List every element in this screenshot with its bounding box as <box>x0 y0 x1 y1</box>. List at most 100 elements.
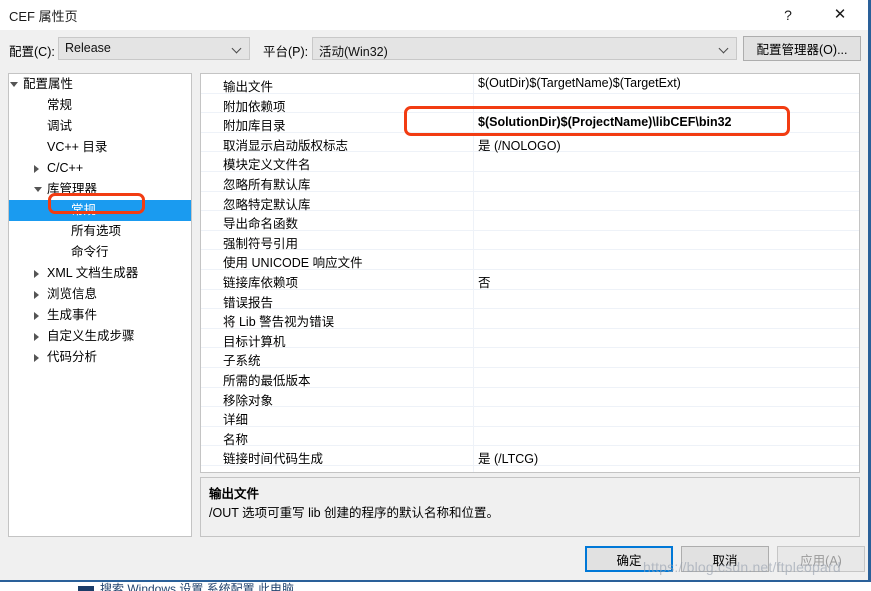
tree-item[interactable]: 代码分析 <box>9 347 191 368</box>
grid-row[interactable]: 使用 UNICODE 响应文件 <box>201 250 859 270</box>
grid-row-name: 子系统 <box>223 354 261 369</box>
grid-row[interactable]: 链接库依赖项 否 <box>201 270 859 290</box>
tree-item[interactable]: 生成事件 <box>9 305 191 326</box>
tree-item-label: 库管理器 <box>47 182 98 196</box>
grid-row-name: 导出命名函数 <box>223 217 299 232</box>
platform-dropdown[interactable]: 活动(Win32) <box>312 37 737 60</box>
tree-item[interactable]: 库管理器 <box>9 179 191 200</box>
title-bar: CEF 属性页 ? ✕ <box>0 0 868 30</box>
configuration-dropdown[interactable]: Release <box>58 37 250 60</box>
description-title: 输出文件 <box>209 487 260 501</box>
chevron-right-icon[interactable] <box>34 270 39 278</box>
grid-row-name: 目标计算机 <box>223 334 286 349</box>
grid-row[interactable]: 详细 <box>201 407 859 427</box>
grid-row-name: 移除对象 <box>223 393 274 408</box>
ok-button[interactable]: 确定 <box>585 546 673 572</box>
tree-item[interactable]: 常规 <box>9 200 191 221</box>
tree-item[interactable]: 浏览信息 <box>9 284 191 305</box>
tree-item-label: 调试 <box>47 119 73 133</box>
tree-item-label: 常规 <box>47 98 73 112</box>
tree-item-label: 生成事件 <box>47 308 98 322</box>
grid-row-name: 模块定义文件名 <box>223 158 311 173</box>
grid-row[interactable]: 附加库目录 $(SolutionDir)$(ProjectName)\libCEF… <box>201 113 859 133</box>
tree-item[interactable]: 命令行 <box>9 242 191 263</box>
configuration-manager-button[interactable]: 配置管理器(O)... <box>743 36 861 61</box>
grid-row[interactable]: 目标计算机 <box>201 329 859 349</box>
grid-row-name: 所需的最低版本 <box>223 373 311 388</box>
help-icon[interactable]: ? <box>766 0 810 30</box>
grid-row-name: 附加依赖项 <box>223 99 286 114</box>
chevron-right-icon[interactable] <box>34 333 39 341</box>
taskbar-label: 搜索 Windows 设置 系统配置 此电脑 <box>100 582 295 591</box>
grid-row[interactable]: 强制符号引用 <box>201 231 859 251</box>
grid-row[interactable]: 忽略所有默认库 <box>201 172 859 192</box>
grid-row-value[interactable]: 是 (/NOLOGO) <box>478 135 561 154</box>
grid-row[interactable]: 所需的最低版本 <box>201 368 859 388</box>
tree-item[interactable]: C/C++ <box>9 158 191 179</box>
grid-row-name: 忽略所有默认库 <box>223 177 311 192</box>
cancel-button[interactable]: 取消 <box>681 546 769 572</box>
grid-row-name: 忽略特定默认库 <box>223 197 311 212</box>
grid-row-name: 取消显示启动版权标志 <box>223 138 349 153</box>
grid-row-value[interactable]: $(OutDir)$(TargetName)$(TargetExt) <box>478 76 681 90</box>
grid-row-name: 附加库目录 <box>223 119 286 134</box>
platform-label: 平台(P): <box>263 45 309 59</box>
tree-item-label: XML 文档生成器 <box>47 266 139 280</box>
grid-row-value[interactable]: $(SolutionDir)$(ProjectName)\libCEF\bin3… <box>478 115 732 129</box>
configuration-toolbar: 配置(C): Release 平台(P): 活动(Win32) 配置管理器(O)… <box>0 30 868 68</box>
grid-row[interactable]: 输出文件 $(OutDir)$(TargetName)$(TargetExt) <box>201 74 859 94</box>
grid-row[interactable]: 附加依赖项 <box>201 94 859 114</box>
tree-item[interactable]: VC++ 目录 <box>9 137 191 158</box>
grid-scrollbar[interactable] <box>862 73 868 473</box>
chevron-right-icon[interactable] <box>34 312 39 320</box>
grid-row[interactable]: 错误报告 <box>201 290 859 310</box>
grid-row-name: 使用 UNICODE 响应文件 <box>223 256 363 271</box>
configuration-value: Release <box>65 41 111 55</box>
tree-item-label: C/C++ <box>47 161 84 175</box>
grid-row-name: 链接时间代码生成 <box>223 452 324 467</box>
tree-item-label: 浏览信息 <box>47 287 98 301</box>
grid-row[interactable]: 导出命名函数 <box>201 211 859 231</box>
chevron-down-icon <box>233 45 242 54</box>
property-pages-dialog: CEF 属性页 ? ✕ 配置(C): Release 平台(P): 活动(Win… <box>0 0 871 580</box>
tree-item[interactable]: XML 文档生成器 <box>9 263 191 284</box>
grid-row-name: 输出文件 <box>223 80 274 94</box>
grid-row[interactable]: 链接时间代码生成 是 (/LTCG) <box>201 446 859 466</box>
grid-row-value[interactable]: 是 (/LTCG) <box>478 448 538 467</box>
chevron-right-icon[interactable] <box>34 291 39 299</box>
tree-item[interactable]: 所有选项 <box>9 221 191 242</box>
taskbar-sliver: 搜索 Windows 设置 系统配置 此电脑 <box>0 580 871 591</box>
grid-row[interactable]: 移除对象 <box>201 388 859 408</box>
tree-item[interactable]: 常规 <box>9 95 191 116</box>
tree-item-label: 所有选项 <box>71 224 122 238</box>
tree-item[interactable]: 调试 <box>9 116 191 137</box>
chevron-down-icon[interactable] <box>34 187 42 192</box>
tree-item[interactable]: 配置属性 <box>9 74 191 95</box>
tree-item-label: 常规 <box>71 203 97 217</box>
grid-row-name: 链接库依赖项 <box>223 275 299 290</box>
grid-row[interactable]: 子系统 <box>201 348 859 368</box>
property-tree[interactable]: 配置属性 常规 调试 VC++ 目录 C/C++ 库管理器 常规 所有选项 命令行 XML 文档生… <box>8 73 192 537</box>
grid-row-name: 错误报告 <box>223 295 274 310</box>
grid-row-name: 名称 <box>223 432 249 447</box>
grid-row-value[interactable]: 否 <box>478 272 491 291</box>
configuration-label: 配置(C): <box>9 45 55 59</box>
grid-row[interactable]: 名称 <box>201 427 859 447</box>
grid-row[interactable]: 取消显示启动版权标志 是 (/NOLOGO) <box>201 133 859 153</box>
platform-value: 活动(Win32) <box>319 45 388 59</box>
grid-row[interactable]: 模块定义文件名 <box>201 152 859 172</box>
chevron-down-icon <box>720 45 729 54</box>
grid-row-name: 详细 <box>223 413 249 428</box>
grid-row-name: 将 Lib 警告视为错误 <box>223 315 335 330</box>
grid-row[interactable]: 将 Lib 警告视为错误 <box>201 309 859 329</box>
tree-item[interactable]: 自定义生成步骤 <box>9 326 191 347</box>
page-title: CEF 属性页 <box>9 9 78 24</box>
property-grid[interactable]: 输出文件 $(OutDir)$(TargetName)$(TargetExt) 附加… <box>200 73 860 473</box>
description-text: /OUT 选项可重写 lib 创建的程序的默认名称和位置。 <box>209 506 500 520</box>
chevron-down-icon[interactable] <box>10 82 18 87</box>
chevron-right-icon[interactable] <box>34 354 39 362</box>
grid-row[interactable]: 忽略特定默认库 <box>201 192 859 212</box>
close-icon[interactable]: ✕ <box>818 0 862 30</box>
chevron-right-icon[interactable] <box>34 165 39 173</box>
apply-button: 应用(A) <box>777 546 865 572</box>
